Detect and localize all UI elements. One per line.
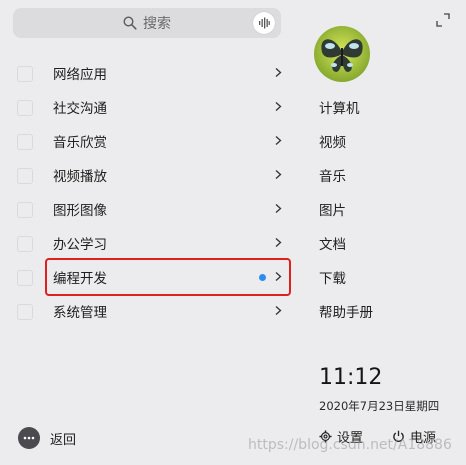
search-icon (123, 16, 137, 30)
places-list: 计算机 视频 音乐 图片 文档 下载 帮助手册 (319, 96, 373, 334)
chevron-right-icon (275, 102, 282, 111)
category-video[interactable]: 视频播放 (0, 158, 300, 192)
graphics-icon (17, 202, 33, 218)
category-label: 编程开发 (53, 271, 107, 287)
category-system[interactable]: 系统管理 (0, 294, 300, 328)
category-music[interactable]: 音乐欣赏 (0, 124, 300, 158)
system-icon (17, 304, 33, 320)
chevron-right-icon (275, 306, 282, 315)
search-bar[interactable]: 搜索 (13, 8, 281, 38)
chevron-right-icon (275, 136, 282, 145)
category-social[interactable]: 社交沟通 (0, 90, 300, 124)
back-button[interactable]: 返回 (18, 427, 76, 449)
back-label: 返回 (50, 432, 77, 448)
category-label: 图形图像 (53, 203, 107, 219)
clock-date: 2020年7月23日星期四 (319, 399, 440, 413)
microphone-icon (259, 17, 270, 29)
chevron-right-icon (275, 68, 282, 77)
place-computer[interactable]: 计算机 (319, 96, 373, 130)
category-graphics[interactable]: 图形图像 (0, 192, 300, 226)
category-label: 视频播放 (53, 169, 107, 185)
category-office[interactable]: 办公学习 (0, 226, 300, 260)
category-development[interactable]: 编程开发 (17, 258, 291, 296)
chevron-right-icon (275, 170, 282, 179)
more-icon (18, 427, 40, 449)
voice-search-button[interactable] (253, 12, 275, 34)
user-avatar[interactable] (314, 26, 370, 82)
chevron-right-icon (275, 238, 282, 247)
development-icon (17, 270, 33, 286)
category-label: 网络应用 (53, 67, 107, 83)
place-music[interactable]: 音乐 (319, 164, 373, 198)
category-label: 音乐欣赏 (53, 135, 107, 151)
place-help-manual[interactable]: 帮助手册 (319, 300, 373, 334)
butterfly-avatar-image (314, 26, 370, 82)
social-icon (17, 100, 33, 116)
video-icon (17, 168, 33, 184)
chevron-right-icon (275, 204, 282, 213)
office-icon (17, 236, 33, 252)
category-label: 系统管理 (53, 305, 107, 321)
place-pictures[interactable]: 图片 (319, 198, 373, 232)
category-list: 网络应用 社交沟通 音乐欣赏 视频播放 图形图像 办公学习 编程开发 系统管理 (0, 56, 300, 328)
chevron-right-icon (275, 272, 282, 281)
watermark: https://blog.csdn.net/A18886 (248, 437, 452, 453)
network-icon (17, 66, 33, 82)
search-label: 搜索 (143, 16, 171, 32)
place-downloads[interactable]: 下载 (319, 266, 373, 300)
place-documents[interactable]: 文档 (319, 232, 373, 266)
category-network[interactable]: 网络应用 (0, 56, 300, 90)
expand-icon[interactable] (436, 13, 450, 27)
music-icon (17, 134, 33, 150)
clock-time: 11:12 (319, 365, 383, 390)
category-label: 办公学习 (53, 237, 107, 253)
category-label: 社交沟通 (53, 101, 107, 117)
place-videos[interactable]: 视频 (319, 130, 373, 164)
new-indicator-dot (259, 274, 266, 281)
